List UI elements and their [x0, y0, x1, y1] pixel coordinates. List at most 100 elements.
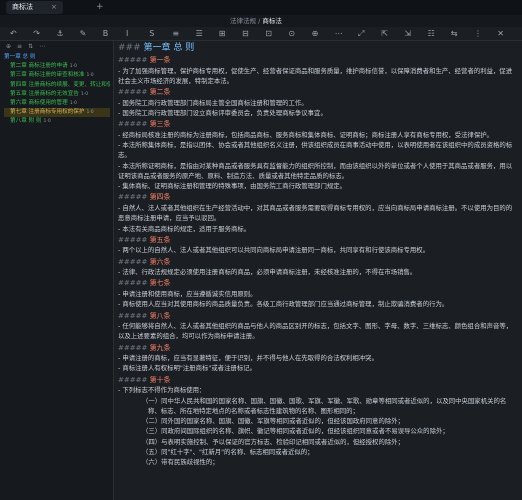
outline-item-label: 第二章 商标注册的申请 [10, 63, 68, 70]
toolbar-button-icon[interactable]: ☷ [428, 27, 435, 40]
heading-marker: ##### [118, 120, 150, 129]
outline-item[interactable]: 第六章 商标使用的管理 1·0 [4, 99, 110, 108]
heading-marker: ### [118, 43, 141, 53]
outline-item[interactable]: 第一章 总 则 [4, 53, 110, 62]
tab-title: 商标法 [12, 3, 33, 11]
title-bar: 商标法 × + [0, 0, 522, 16]
document-tab[interactable]: 商标法 × [6, 1, 63, 14]
breadcrumb-parent[interactable]: 法律法规 / [230, 17, 260, 25]
breadcrumb: 法律法规 / 商标法 [230, 16, 282, 26]
toolbar-button-icon[interactable]: ⊙ [288, 27, 295, 40]
outline-item[interactable]: 第四章 注册商标的续展、变更、转让和使用... [4, 81, 110, 90]
sidebar-tool-icon[interactable]: ⋯ [39, 43, 45, 50]
markdown-editor[interactable]: ### 第一章 总 则 ##### 第一条 - 为了加强商标管理，保护商标专用权，… [118, 42, 516, 468]
article-title: 第八条 [149, 311, 171, 320]
article-list-item: （六）带有民族歧视性的； [142, 458, 219, 467]
toolbar-button-icon[interactable]: ↶ [10, 27, 17, 40]
toolbar-button-icon[interactable]: ⇱ [381, 27, 388, 40]
toolbar-button-icon[interactable]: ⋯ [335, 27, 343, 40]
article-paragraph: - 申请注册的商标，应当有显著特征，便于识别，并不得与他人在先取得的合法权利相冲… [118, 354, 378, 363]
article-heading: ##### 第四条 [118, 192, 516, 203]
heading-marker: ##### [118, 257, 150, 266]
outline-sidebar: ⊕ ≡ ⇅ ⋯ 第一章 总 则第二章 商标注册的申请 1·0 第三章 商标注册的审查和核准… [0, 41, 114, 500]
article-paragraph: - 本法所称集体商标，是指以团体、协会或者其他组织名义注册，供该组织成员在商事活… [118, 140, 513, 160]
toolbar-button-icon[interactable]: S [149, 27, 154, 40]
article-list-item: （一）同中华人民共和国的国家名称、国旗、国徽、国歌、军旗、军徽、军歌、勋章等相同… [142, 396, 507, 415]
outline-item-count: 1·0 [69, 64, 77, 70]
new-tab-button[interactable]: + [96, 1, 104, 14]
toolbar-button-icon[interactable]: ✕ [497, 27, 504, 40]
outline-item-count: 1·0 [43, 119, 51, 125]
article-paragraph: - 为了加强商标管理，保护商标专用权，促使生产、经营者保证商品和服务质量，维护商… [118, 66, 513, 85]
article-heading: ##### 第三条 [118, 119, 516, 130]
editor-toolbar: ↶ ↷ ⚓ ✎ B I S ≡ ☰ ⊞ ⊟ ⊡ ⊙ ⊕ ⋯ ⤢ ⇱ ⇲ ☷ ⇆ ⋮ ✕ [0, 27, 522, 41]
outline-item[interactable]: 第三章 商标注册的审查和核准 1·0 [4, 71, 110, 80]
toolbar-button-icon[interactable]: B [103, 27, 109, 40]
article-paragraph: - 本法有关商品商标的规定，适用于服务商标。 [118, 224, 251, 233]
article-title: 第二条 [149, 88, 171, 97]
heading-marker: ##### [118, 375, 150, 384]
outline-item-count: 1·0 [69, 101, 77, 107]
article-paragraph: - 两个以上的自然人、法人或者其他组织可以共同向商标局申请注册同一商标，共同享有… [118, 246, 430, 255]
article-title: 第七条 [149, 279, 171, 288]
article-list-item: （二）同外国的国家名称、国旗、国徽、军旗等相同或者近似的，但经该国政府同意的除外… [142, 417, 405, 426]
toolbar-button-icon[interactable]: ⚓ [56, 27, 63, 40]
toolbar-button-icon[interactable]: ≡ [172, 27, 179, 40]
outline-item-label: 第三章 商标注册的审查和核准 [10, 72, 85, 79]
toolbar-button-icon[interactable]: ⊟ [242, 27, 249, 40]
sidebar-tool-icon[interactable]: ≡ [17, 43, 22, 50]
article-title: 第三条 [149, 120, 171, 129]
toolbar-button-icon[interactable]: ⋮ [474, 27, 482, 40]
outline-item-label: 第八章 附 则 [10, 118, 42, 125]
outline-item-label: 第七章 注册商标专用权的保护 [10, 109, 85, 116]
toolbar-button-icon[interactable]: ⤢ [358, 27, 364, 40]
chapter-heading: ### 第一章 总 则 [118, 42, 516, 54]
toolbar-button-icon[interactable]: ⊡ [265, 27, 272, 40]
breadcrumb-bar: 法律法规 / 商标法 [0, 15, 522, 27]
toolbar-button-icon[interactable]: ⊞ [219, 27, 226, 40]
heading-marker: ##### [118, 235, 150, 244]
outline-item[interactable]: 第五章 注册商标的无效宣告 1·0 [4, 90, 110, 99]
sidebar-tool-icon[interactable]: ⇅ [28, 43, 33, 50]
heading-marker: ##### [118, 193, 150, 202]
outline-item[interactable]: 第二章 商标注册的申请 1·0 [4, 62, 110, 71]
article-paragraph: - 任何能够将自然人、法人或者其他组织的商品与他人的商品区别开的标志，包括文字、… [118, 322, 513, 341]
article-heading: ##### 第六条 [118, 257, 516, 268]
heading-marker: ##### [118, 311, 150, 320]
close-icon[interactable]: × [51, 1, 57, 14]
article-list-item: （五）同"红十字"、"红新月"的名称、标志相同或者近似的； [142, 448, 314, 457]
article-paragraph: - 自然人、法人或者其他组织在生产经营活动中，对其商品或者服务需要取得商标专用权… [118, 203, 513, 223]
outline-item[interactable]: 第七章 注册商标专用权的保护 1·0 [4, 108, 110, 118]
article-paragraph: - 申请注册和使用商标，应当遵循诚实信用原则。 [118, 289, 257, 298]
article-list-item: （三）同政府间国际组织的名称、旗帜、徽记等相同或者近似的，但经该组织同意或者不易… [142, 427, 449, 436]
article-paragraph: - 经商标局核准注册的商标为注册商标，包括商品商标、服务商标和集体商标、证明商标… [118, 130, 493, 139]
heading-marker: ##### [118, 279, 150, 288]
toolbar-button-icon[interactable]: ⇆ [451, 27, 458, 40]
toolbar-button-icon[interactable]: ↷ [33, 27, 40, 40]
breadcrumb-current: 商标法 [262, 17, 282, 25]
toolbar-button-icon[interactable]: ✎ [80, 27, 87, 40]
article-heading: ##### 第十条 [118, 375, 516, 386]
toolbar-button-icon[interactable]: ⊕ [312, 27, 319, 40]
outline-item-label: 第六章 商标使用的管理 [10, 100, 68, 107]
article-title: 第四条 [149, 193, 171, 202]
outline-item-label: 第五章 注册商标的无效宣告 [10, 90, 79, 97]
article-title: 第一条 [149, 56, 171, 64]
toolbar-button-icon[interactable]: I [126, 27, 128, 40]
sidebar-toolbar: ⊕ ≡ ⇅ ⋯ [6, 43, 45, 50]
article-heading: ##### 第二条 [118, 87, 516, 98]
heading-marker: ##### [118, 56, 150, 64]
article-paragraph: - 商标使用人应当对其使用商标的商品质量负责。各级工商行政管理部门应当通过商标管… [118, 300, 449, 309]
sidebar-tool-icon[interactable]: ⊕ [6, 43, 11, 50]
article-heading: ##### 第一条 [118, 55, 516, 66]
toolbar-button-icon[interactable]: ☰ [196, 27, 203, 40]
article-list: ##### 第一条 - 为了加强商标管理，保护商标专用权，促使生产、经营者保证商品… [118, 55, 516, 468]
outline-item[interactable]: 第八章 附 则 1·0 [4, 117, 110, 126]
article-paragraph: - 国务院工商行政管理部门商标局主管全国商标注册和管理的工作。 [118, 98, 308, 107]
outline-item-count: 1·0 [86, 73, 94, 79]
toolbar-button-icon[interactable]: ⇲ [404, 27, 411, 40]
article-heading: ##### 第七条 [118, 278, 516, 289]
outline-list: 第一章 总 则第二章 商标注册的申请 1·0 第三章 商标注册的审查和核准 1·0 第四… [4, 53, 110, 127]
article-paragraph: - 商标注册人有权标明"注册商标"或者注册标记。 [118, 364, 257, 373]
article-paragraph: - 本法所称证明商标，是指由对某种商品或者服务具有监督能力的组织所控制，而由该组… [118, 161, 513, 180]
